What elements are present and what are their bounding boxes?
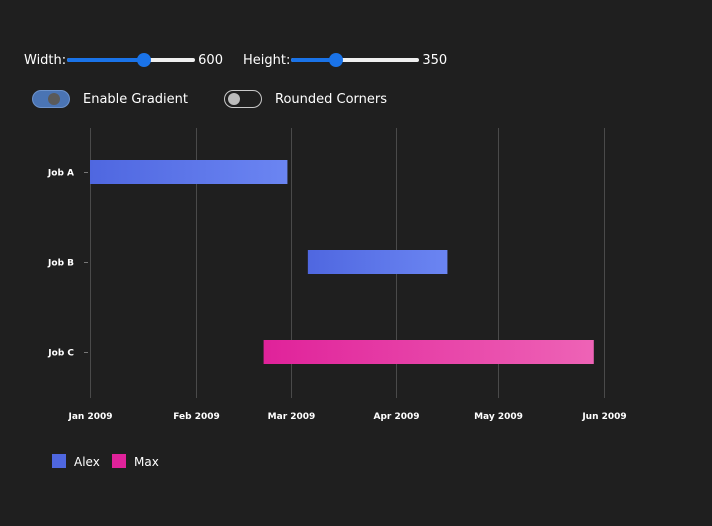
task-bar-job-b (307, 250, 448, 274)
task-bar-job-c (263, 340, 594, 364)
x-tick-label: May 2009 (474, 412, 523, 422)
legend-label: Max (134, 455, 159, 469)
legend-item: Alex (52, 454, 100, 469)
task-bars (90, 160, 594, 364)
x-tick-label: Mar 2009 (268, 412, 316, 422)
x-tick-label: Jun 2009 (581, 412, 626, 422)
y-tick-label: Job B (47, 259, 74, 269)
page: Width: 600 Height: 350 Enable Gradient R… (0, 0, 712, 526)
legend-swatch (52, 454, 66, 468)
legend-swatch (112, 454, 126, 468)
x-tick-label: Feb 2009 (173, 412, 220, 422)
x-tick-label: Jan 2009 (67, 412, 112, 422)
y-tick-label: Job C (47, 349, 74, 359)
legend: Alex Max (52, 454, 159, 469)
y-axis-labels: Job A Job B Job C (47, 169, 88, 359)
y-tick-label: Job A (47, 169, 74, 179)
x-tick-label: Apr 2009 (373, 412, 419, 422)
legend-label: Alex (74, 455, 100, 469)
gantt-chart: Job A Job B Job C Jan 2009 Feb 2009 Mar 2009… (47, 128, 627, 469)
legend-item: Max (112, 454, 159, 469)
x-axis-labels: Jan 2009 Feb 2009 Mar 2009 Apr 2009 May 2009… (67, 412, 626, 422)
task-bar-job-a (90, 160, 288, 184)
